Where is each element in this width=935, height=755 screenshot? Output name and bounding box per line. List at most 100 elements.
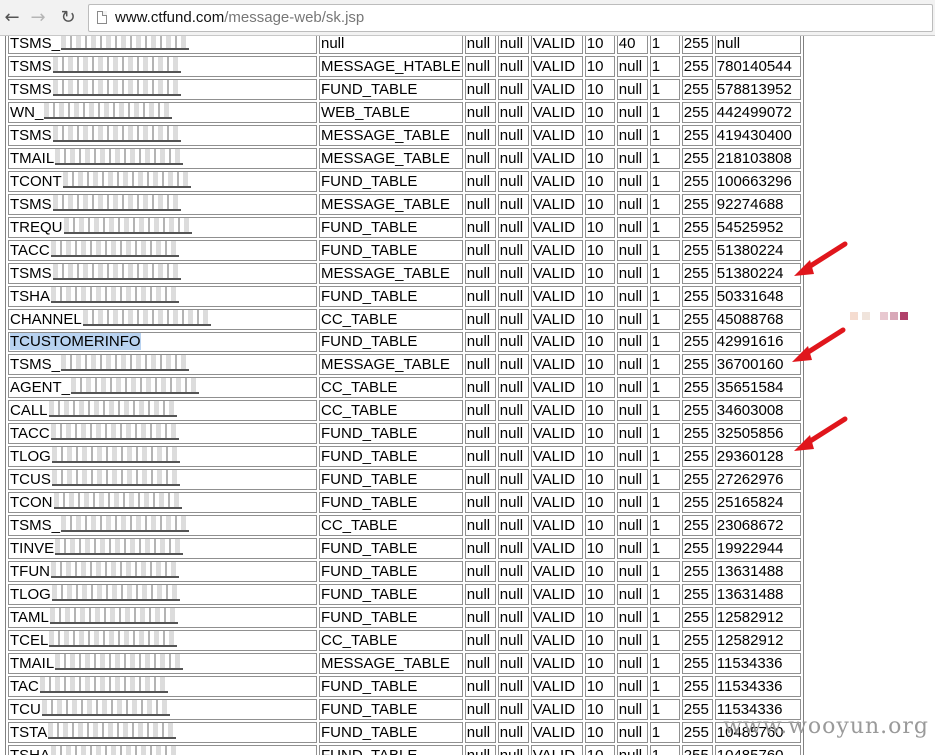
redacted-text [61,516,190,532]
null-cell-text: null [499,654,524,672]
size-cell: 23068672 [714,515,801,536]
pct-used-cell-text: null [618,493,643,511]
max-trans-cell-text: 255 [683,516,709,534]
table-row: TSHA FUND_TABLE null null VALID 10 null 1 255 104… [8,745,801,755]
forward-arrow-icon[interactable]: → [28,8,48,28]
redacted-text [51,746,180,755]
ini-trans-cell-text: 1 [651,493,661,511]
size-cell-text: 11534336 [716,677,783,695]
status-cell: VALID [530,148,583,169]
null-cell-text: null [499,287,524,305]
table-name-cell-text: TCONT [10,173,62,190]
status-cell: VALID [530,653,583,674]
null-cell: null [464,469,496,490]
pct-free-cell-text: 10 [586,172,604,190]
null-cell: null [464,676,496,697]
size-cell: 25165824 [714,492,801,513]
status-cell-text: VALID [532,195,576,213]
redacted-text [82,310,211,326]
redacted-text [48,401,177,417]
table-name-cell: TSMS [8,263,317,284]
pct-free-cell: 10 [584,676,615,697]
null-cell: null [497,36,529,54]
ini-trans-cell: 1 [649,515,680,536]
pct-used-cell: null [616,171,648,192]
pct-used-cell-text: null [618,264,643,282]
size-cell: 34603008 [714,400,801,421]
size-cell-text: 45088768 [716,310,784,328]
ini-trans-cell-text: 1 [651,401,661,419]
tablespace-cell: null [319,36,463,54]
max-trans-cell-text: 255 [683,723,709,741]
ini-trans-cell: 1 [649,607,680,628]
null-cell-text: null [499,562,524,580]
null-cell: null [464,286,496,307]
status-cell-text: VALID [532,355,576,373]
pct-used-cell: null [616,722,648,743]
redacted-text [49,631,178,647]
url-text[interactable]: www.ctfund.com/message-web/sk.jsp [115,9,364,26]
ini-trans-cell: 1 [649,538,680,559]
ini-trans-cell-text: 1 [651,103,661,121]
tablespace-cell: FUND_TABLE [319,286,463,307]
ini-trans-cell: 1 [649,36,680,54]
size-cell-text: 12582912 [716,608,784,626]
max-trans-cell: 255 [681,56,713,77]
table-row: TSMS_ null null null VALID 10 40 1 255 null [8,36,801,54]
table-row: TCU FUND_TABLE null null VALID 10 null 1 255 1153… [8,699,801,720]
red-arrow-icon [794,241,848,276]
table-row: TINVE FUND_TABLE null null VALID 10 null 1 255 19… [8,538,801,559]
pct-used-cell-text: null [618,241,643,259]
pct-free-cell-text: 10 [586,424,604,442]
tablespace-cell-text: WEB_TABLE [321,103,410,121]
null-cell-text: null [466,355,491,373]
tablespace-cell-text: FUND_TABLE [321,608,418,626]
ini-trans-cell-text: 1 [651,608,661,626]
reload-icon[interactable]: ↻ [58,8,78,28]
null-cell-text: null [499,149,524,167]
pct-used-cell: 40 [616,36,648,54]
pct-free-cell-text: 10 [586,677,604,695]
tablespace-cell-text: FUND_TABLE [321,218,418,236]
table-name-cell: TAC [8,676,317,697]
pct-used-cell-text: null [618,401,643,419]
table-row: TSMS MESSAGE_HTABLE null null VALID 10 null 1 25… [8,56,801,77]
redacted-text [52,195,181,211]
status-cell: VALID [530,102,583,123]
back-arrow-icon[interactable]: ← [2,8,22,28]
table-name-cell-text: TAC [10,678,39,695]
max-trans-cell-text: 255 [683,700,709,718]
status-cell: VALID [530,561,583,582]
pct-used-cell: null [616,492,648,513]
status-cell-text: VALID [532,218,576,236]
null-cell: null [464,79,496,100]
status-cell: VALID [530,400,583,421]
table-name-cell: TMAIL [8,653,317,674]
null-cell-text: null [466,126,491,144]
null-cell: null [464,309,496,330]
table-name-cell: TCU [8,699,317,720]
max-trans-cell: 255 [681,745,713,755]
pct-used-cell-text: null [618,723,643,741]
ini-trans-cell: 1 [649,217,680,238]
table-name-cell: TSMS [8,125,317,146]
ini-trans-cell: 1 [649,423,680,444]
size-cell-text: 10485760 [716,746,784,755]
max-trans-cell: 255 [681,217,713,238]
pct-free-cell-text: 10 [586,80,604,98]
null-cell-text: null [499,470,524,488]
ini-trans-cell-text: 1 [651,447,661,465]
ini-trans-cell: 1 [649,148,680,169]
url-path: /message-web/sk.jsp [224,9,365,26]
table-name-cell-text: TCU [10,701,41,718]
pct-free-cell: 10 [584,194,615,215]
table-name-cell: TSMS_ [8,36,317,54]
table-row: TCEL CC_TABLE null null VALID 10 null 1 255 12582… [8,630,801,651]
size-cell-text: 23068672 [716,516,784,534]
null-cell-text: null [499,264,524,282]
pct-used-cell: null [616,630,648,651]
null-cell-text: null [466,585,491,603]
table-name-cell: AGENT_ [8,377,317,398]
pct-free-cell: 10 [584,377,615,398]
address-bar[interactable]: www.ctfund.com/message-web/sk.jsp [88,4,933,32]
